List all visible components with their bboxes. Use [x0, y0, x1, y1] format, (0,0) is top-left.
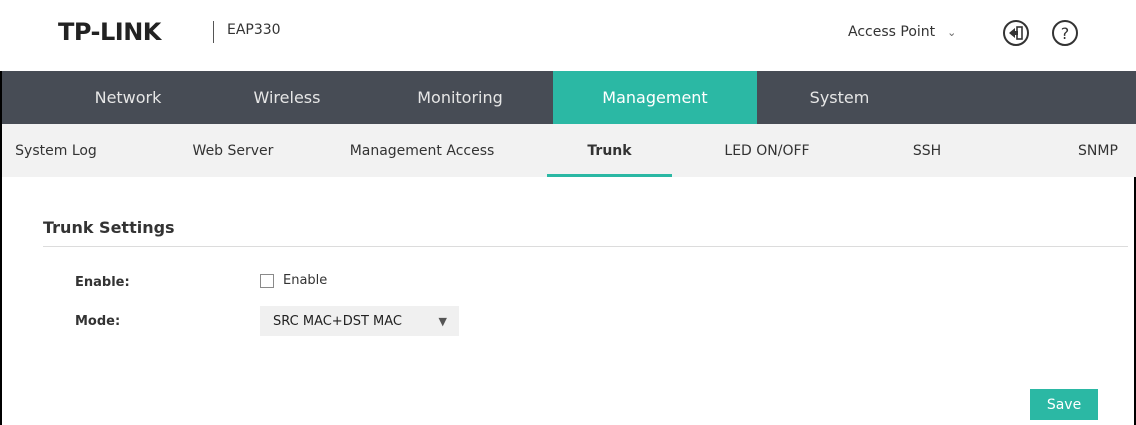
brand-logo: TP-LINK — [58, 18, 161, 46]
enable-checkbox-group[interactable]: Enable — [260, 273, 327, 288]
tab-system-log[interactable]: System Log — [2, 124, 110, 177]
mode-select-value: SRC MAC+DST MAC — [273, 313, 402, 329]
logout-button[interactable] — [1003, 20, 1029, 46]
mode-field-label: Mode: — [75, 314, 121, 329]
logo-divider — [213, 21, 214, 43]
enable-checkbox[interactable] — [260, 273, 274, 288]
mode-select[interactable]: SRC MAC+DST MAC ▼ — [260, 306, 459, 336]
tab-ssh[interactable]: SSH — [887, 124, 967, 177]
section-divider — [43, 246, 1128, 247]
tab-snmp[interactable]: SNMP — [1060, 124, 1136, 177]
header: TP-LINK EAP330 Access Point ⌄ ? — [0, 0, 1136, 71]
logout-icon — [1009, 26, 1023, 40]
help-button[interactable]: ? — [1052, 20, 1078, 46]
main-nav-monitoring[interactable]: Monitoring — [360, 71, 560, 124]
save-button[interactable]: Save — [1030, 389, 1098, 420]
section-title: Trunk Settings — [43, 218, 175, 237]
mode-select-dropdown[interactable]: Access Point ⌄ — [848, 18, 956, 46]
main-nav-management[interactable]: Management — [553, 71, 757, 124]
main-nav-wireless[interactable]: Wireless — [187, 71, 387, 124]
device-model: EAP330 — [227, 22, 281, 38]
sub-nav: System Log Web Server Management Access … — [2, 124, 1136, 177]
tab-trunk[interactable]: Trunk — [547, 124, 672, 177]
tab-led-on-off[interactable]: LED ON/OFF — [702, 124, 832, 177]
main-nav: Network Wireless Monitoring Management S… — [2, 71, 1136, 124]
main-nav-system[interactable]: System — [757, 71, 922, 124]
tab-management-access[interactable]: Management Access — [332, 124, 512, 177]
mode-select-value: Access Point — [848, 24, 936, 40]
help-icon: ? — [1060, 23, 1070, 43]
caret-down-icon: ▼ — [438, 315, 447, 328]
enable-checkbox-label[interactable]: Enable — [283, 273, 327, 288]
tab-web-server[interactable]: Web Server — [172, 124, 294, 177]
chevron-down-icon: ⌄ — [947, 25, 957, 39]
enable-field-label: Enable: — [75, 275, 130, 290]
